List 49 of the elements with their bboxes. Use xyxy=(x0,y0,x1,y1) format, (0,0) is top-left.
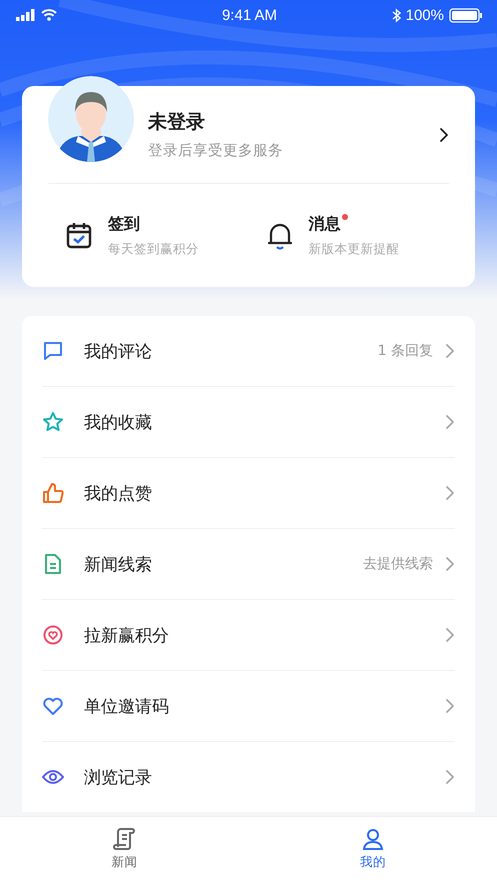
chevron-right-icon xyxy=(445,698,455,714)
menu-item[interactable]: 我的点赞 xyxy=(42,458,455,529)
wifi-icon xyxy=(41,9,57,21)
battery-icon xyxy=(448,8,483,22)
action-subtitle: 新版本更新提醒 xyxy=(308,240,400,258)
menu-label: 新闻线索 xyxy=(84,554,153,576)
menu-detail: 1 条回复 xyxy=(378,342,433,360)
avatar[interactable] xyxy=(48,76,134,162)
signal-icon xyxy=(16,9,36,21)
menu-label: 我的收藏 xyxy=(84,412,153,434)
chevron-right-icon xyxy=(445,343,455,359)
menu-item[interactable]: 拉新赢积分 xyxy=(42,600,455,671)
thumbs-up-icon xyxy=(42,482,64,504)
menu-label: 拉新赢积分 xyxy=(84,624,170,646)
person-icon xyxy=(360,827,385,851)
bell-icon xyxy=(266,222,292,250)
chevron-right-icon xyxy=(445,414,455,430)
login-status[interactable]: 未登录 xyxy=(148,109,439,135)
menu-label: 浏览记录 xyxy=(84,766,153,788)
menu-label: 单位邀请码 xyxy=(84,696,170,718)
login-hint: 登录后享受更多服务 xyxy=(148,142,284,160)
chevron-right-icon xyxy=(445,556,455,572)
menu-label: 我的点赞 xyxy=(84,482,153,504)
chevron-right-icon xyxy=(445,627,455,643)
calendar-check-icon xyxy=(66,222,92,250)
heart-icon xyxy=(42,695,64,717)
heart-badge-icon xyxy=(42,624,64,646)
status-time: 9:41 AM xyxy=(222,6,278,24)
menu-label: 我的评论 xyxy=(84,340,153,362)
action-title[interactable]: 签到 xyxy=(108,214,140,234)
menu-item[interactable]: 我的评论 1 条回复 xyxy=(42,316,455,387)
bluetooth-icon xyxy=(392,8,401,22)
action-title[interactable]: 消息 xyxy=(308,214,340,234)
menu-item[interactable]: 我的收藏 xyxy=(42,387,455,458)
star-icon xyxy=(42,411,64,433)
chevron-right-icon xyxy=(439,126,449,142)
menu-detail: 去提供线索 xyxy=(363,555,433,573)
battery-percent: 100% xyxy=(406,6,444,24)
action-subtitle: 每天签到赢积分 xyxy=(108,240,199,258)
chevron-right-icon xyxy=(445,485,455,501)
menu-item[interactable]: 浏览记录 xyxy=(42,742,455,812)
menu-item[interactable]: 新闻线索 去提供线索 xyxy=(42,529,455,600)
tab[interactable]: 我的 xyxy=(248,817,497,883)
scroll-icon xyxy=(112,827,136,851)
tab[interactable]: 新闻 xyxy=(0,817,248,883)
speech-bubble-icon xyxy=(42,340,64,362)
document-icon xyxy=(42,553,64,575)
menu-item[interactable]: 单位邀请码 xyxy=(42,671,455,742)
chevron-right-icon xyxy=(445,769,455,785)
